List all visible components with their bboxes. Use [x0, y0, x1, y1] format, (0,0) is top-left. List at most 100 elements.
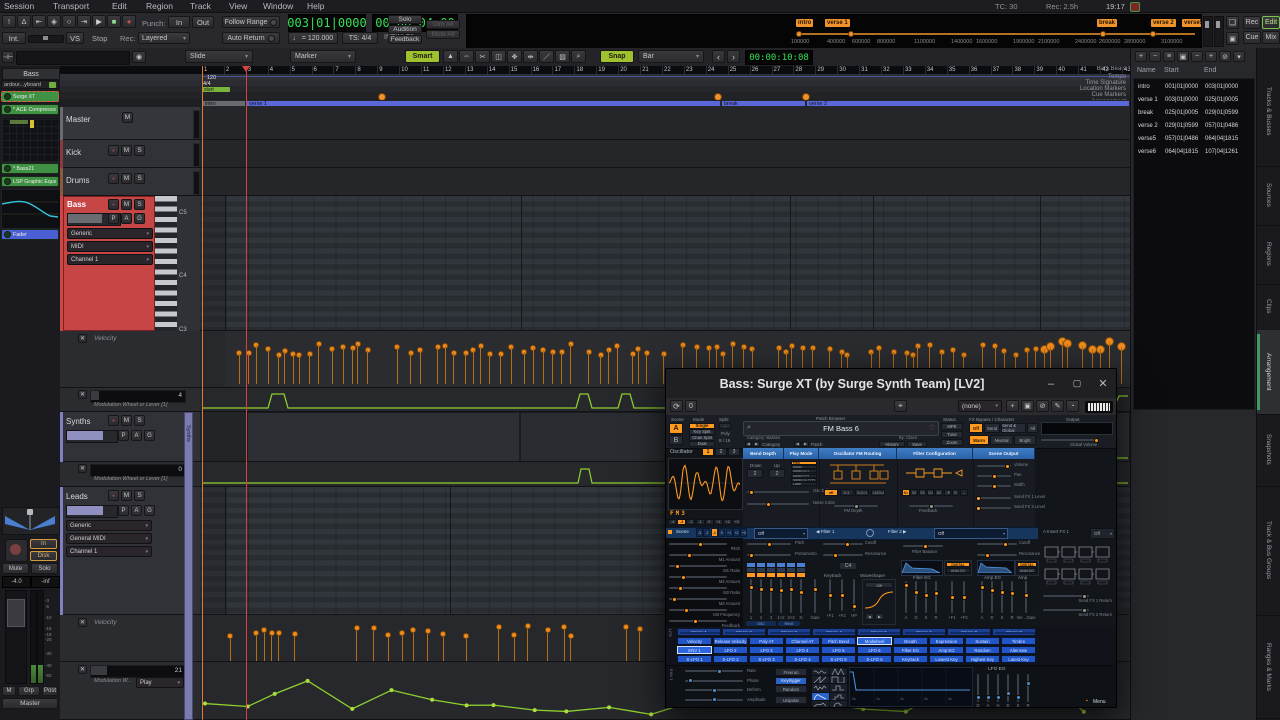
save-button[interactable]: Save	[907, 441, 927, 447]
slider-handle[interactable]	[766, 501, 772, 507]
mixer-mute-cell[interactable]	[797, 563, 805, 567]
shuttle-handle[interactable]	[43, 36, 48, 40]
midi-note[interactable]	[285, 271, 290, 275]
midi-note[interactable]	[733, 286, 738, 290]
modsource-lfo2[interactable]: LFO 2	[713, 646, 748, 654]
record-enable-button[interactable]	[5, 539, 28, 562]
midi-note[interactable]	[717, 276, 722, 280]
mute-button[interactable]: M	[121, 173, 132, 184]
modsource-slfo1[interactable]: S-LFO 1	[677, 655, 712, 663]
track-header-bass[interactable]: Bass ● M S P A G Generic ▾ MIDI ▾ Channel 1 ▾	[63, 196, 155, 331]
mixer-route-cell[interactable]	[767, 573, 775, 577]
record-button[interactable]: ●	[122, 15, 136, 28]
lfo-trigger-freerun[interactable]: Freerun	[775, 668, 807, 676]
midi-note[interactable]	[264, 580, 270, 584]
modsource-expression[interactable]: Expression	[929, 637, 964, 645]
midi-note[interactable]	[501, 286, 505, 290]
track-input-button[interactable]: ardour...yboard	[1, 80, 59, 89]
monitor-input-button[interactable]: In	[30, 539, 57, 549]
character-bright[interactable]: Bright	[1014, 435, 1036, 445]
macro-8[interactable]: Macro 8	[992, 628, 1036, 636]
slider-handle[interactable]	[758, 586, 764, 592]
scene-octave--3[interactable]: -3	[696, 528, 703, 537]
arrangement-verse2[interactable]: verse 2	[806, 100, 1130, 107]
modsource-slfo4[interactable]: S-LFO 4	[785, 655, 820, 663]
slider-handle[interactable]	[1009, 591, 1015, 597]
slider-handle[interactable]	[923, 592, 929, 598]
location-marker-start[interactable]: start	[202, 87, 230, 93]
fader-handle[interactable]	[1216, 21, 1220, 28]
delete-preset-icon[interactable]: ⊘	[1036, 400, 1049, 412]
minimize-button[interactable]: –	[1038, 369, 1064, 398]
scene-led[interactable]	[668, 530, 672, 534]
midi-note[interactable]	[1082, 271, 1086, 275]
mini-marker-verse1[interactable]: verse 1	[825, 19, 850, 27]
pag-g-button[interactable]: G	[144, 505, 155, 516]
remove-icon[interactable]: −	[1149, 51, 1161, 62]
tab-rangesmarks[interactable]: Ranges & Marks	[1257, 615, 1280, 720]
menu-region[interactable]: Region	[146, 1, 173, 11]
mixer-solo-cell[interactable]	[797, 568, 805, 572]
pag-a-button[interactable]: A	[121, 213, 132, 224]
midi-note[interactable]	[553, 297, 557, 301]
slider-handle[interactable]	[991, 473, 997, 479]
visibility-eye-icon[interactable]: ◉	[132, 51, 146, 63]
lfo-trigger-keytrigger[interactable]: Keytrigger	[775, 676, 807, 685]
mixer-route-cell[interactable]	[797, 573, 805, 577]
section-tab-bend-depth[interactable]: Bend Depth	[743, 448, 784, 459]
modsource-lfo3[interactable]: LFO 3	[749, 646, 784, 654]
keytrack-root[interactable]: C4	[839, 562, 857, 570]
fader-handle[interactable]	[7, 599, 25, 627]
fader-handle[interactable]	[1205, 21, 1209, 28]
plugin-power-icon[interactable]	[4, 231, 11, 238]
midi-note[interactable]	[310, 281, 318, 285]
page-mix-button[interactable]: Mix	[1262, 31, 1280, 44]
maximize-button[interactable]: ▢	[1064, 369, 1090, 398]
pointer-tool[interactable]: ▲	[443, 50, 458, 63]
fm-routing-off[interactable]: off	[824, 489, 838, 496]
save-preset-icon[interactable]: ▣	[1021, 400, 1034, 412]
midi-note[interactable]	[1109, 281, 1114, 285]
midi-note[interactable]	[272, 585, 278, 589]
mixer-solo-cell[interactable]	[787, 568, 795, 572]
eg-mode-analog[interactable]: ANALOG	[946, 568, 970, 573]
mixer-mute-cell[interactable]	[767, 563, 775, 567]
section-tab-oscillator-fm-routing[interactable]: Oscillator FM Routing	[819, 448, 897, 459]
slider-handle[interactable]	[1005, 463, 1011, 469]
scene-b-button[interactable]: B	[669, 435, 683, 445]
slider-handle[interactable]	[933, 591, 939, 597]
list-item[interactable]: intro 001|01|0000 003|01|0000	[1134, 83, 1254, 95]
midi-note[interactable]	[357, 559, 361, 563]
tab-regions[interactable]: Regions	[1257, 225, 1280, 285]
cut-tool[interactable]: ✂	[475, 50, 490, 63]
pag-a-button[interactable]: A	[131, 505, 142, 516]
slider-handle[interactable]	[991, 483, 997, 489]
midi-note[interactable]	[803, 292, 809, 296]
scene-a-button[interactable]: A	[669, 423, 683, 434]
filter-config-3[interactable]: D1	[926, 489, 935, 496]
bass-piano-roll[interactable]	[200, 196, 1130, 331]
fxbypass-off[interactable]: Off	[969, 423, 983, 433]
slider-handle[interactable]	[1023, 592, 1029, 598]
midi-note[interactable]	[830, 276, 837, 280]
punch-in-button[interactable]: In	[168, 16, 190, 28]
split-value[interactable]: -	[719, 423, 731, 429]
osc-octave--4[interactable]: -4	[668, 519, 677, 525]
mixer-solo-cell[interactable]	[757, 568, 765, 572]
eg-mode-toggle[interactable]: DIGITAL ANALOG	[1015, 560, 1039, 576]
tab-sources[interactable]: Sources	[1257, 166, 1280, 226]
slider-handle[interactable]	[844, 541, 850, 547]
menu-session[interactable]: Session	[4, 1, 34, 11]
modsource-pitchbend[interactable]: Pitch Bend	[821, 637, 856, 645]
nav-next-button[interactable]: ›	[727, 50, 740, 63]
midi-note[interactable]	[723, 281, 730, 285]
modsource-filtereg[interactable]: Filter EG	[893, 646, 928, 654]
modsource-slfo2[interactable]: S-LFO 2	[713, 655, 748, 663]
track-fader[interactable]	[66, 430, 118, 443]
scene-octave--2[interactable]: -2	[703, 528, 711, 537]
draw-tool[interactable]: ／	[539, 50, 554, 63]
metronome-button[interactable]: Δ	[17, 15, 31, 28]
modsource-lfo4[interactable]: LFO 4	[785, 646, 820, 654]
slider-handle[interactable]	[748, 552, 754, 558]
close-button[interactable]: ✕	[1090, 369, 1116, 398]
